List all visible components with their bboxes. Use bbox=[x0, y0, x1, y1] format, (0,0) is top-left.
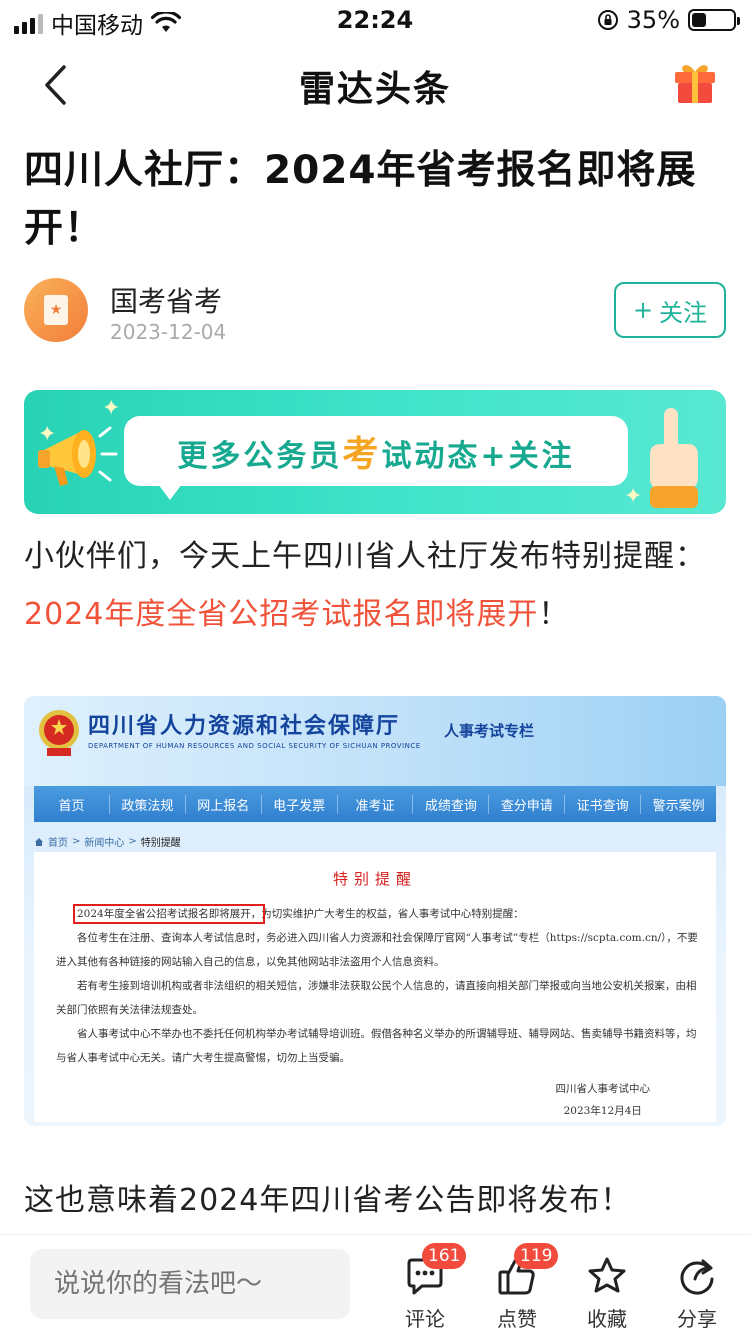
highlighted-text: 2024年度全省公招考试报名即将展开 bbox=[24, 597, 539, 632]
promo-banner[interactable]: ✦ ✦ ✦ 更多公务员考试动态+关注 bbox=[24, 390, 726, 514]
crumb-separator: > bbox=[72, 836, 81, 847]
comment-button[interactable]: 161 评论 bbox=[390, 1243, 467, 1334]
image-org-name-en: DEPARTMENT OF HUMAN RESOURCES AND SOCIAL… bbox=[88, 742, 421, 750]
article-paragraph: 这也意味着2024年四川省考公告即将发布！ bbox=[24, 1183, 632, 1218]
image-nav-item: 查分申请 bbox=[489, 794, 566, 814]
paragraph-end: ！ bbox=[538, 597, 570, 632]
image-column-title: 人事考试专栏 bbox=[444, 722, 535, 740]
gift-button[interactable] bbox=[670, 58, 720, 108]
notice-text: 2024年度全省公招考试报名即将展开，为切实维护广大考生的权益，省人事考试中心特… bbox=[56, 902, 698, 1070]
like-button[interactable]: 119 点赞 bbox=[482, 1243, 559, 1334]
gift-icon bbox=[675, 65, 715, 103]
like-count-badge: 119 bbox=[514, 1243, 559, 1269]
rotation-lock-icon bbox=[597, 10, 618, 30]
share-icon bbox=[680, 1259, 714, 1295]
notice-signature: 四川省人事考试中心 2023年12月4日 bbox=[556, 1078, 651, 1122]
notice-title: 特别提醒 bbox=[332, 870, 417, 888]
nav-bar: 雷达头条 bbox=[0, 46, 750, 126]
favorite-button[interactable]: 收藏 bbox=[572, 1255, 642, 1334]
sparkle-icon: ✦ bbox=[624, 484, 643, 509]
comment-input[interactable] bbox=[30, 1249, 350, 1319]
share-button[interactable]: 分享 bbox=[662, 1255, 732, 1334]
notebook-icon: ★ bbox=[44, 295, 68, 325]
author-row: ★ 国考省考 2023-12-04 + 关注 bbox=[24, 278, 726, 348]
like-label: 点赞 bbox=[497, 1307, 537, 1331]
image-nav-item: 成绩查询 bbox=[413, 794, 490, 814]
image-nav-item: 电子发票 bbox=[262, 794, 338, 814]
crumb-separator: > bbox=[128, 836, 137, 847]
image-nav-item: 政策法规 bbox=[110, 794, 186, 814]
bottom-bar: 161 评论 119 点赞 收藏 分享 bbox=[0, 1234, 750, 1334]
battery-icon bbox=[688, 9, 740, 31]
crumb-item-current: 特别提醒 bbox=[140, 838, 181, 849]
status-right: 35% bbox=[597, 6, 740, 34]
follow-button[interactable]: + 关注 bbox=[614, 282, 726, 338]
notice-highlight-box: 2024年度全省公招考试报名即将展开， bbox=[72, 904, 266, 924]
banner-text: 更多公务员考试动态+关注 bbox=[177, 434, 575, 475]
crumb-item: 首页 bbox=[48, 838, 68, 849]
image-org-name: 四川省人力资源和社会保障厅 bbox=[88, 713, 401, 739]
article-image[interactable]: 四川省人力资源和社会保障厅 DEPARTMENT OF HUMAN RESOUR… bbox=[24, 696, 726, 1126]
share-label: 分享 bbox=[677, 1307, 717, 1331]
home-icon bbox=[35, 837, 43, 846]
image-nav: 首页 政策法规 网上报名 电子发票 准考证 成绩查询 查分申请 证书查询 警示案… bbox=[34, 786, 716, 822]
notice-paragraph: 若有考生接到培训机构或者非法组织的相关短信，涉嫌非法获取公民个人信息的，请直接向… bbox=[56, 980, 697, 1016]
notice-paragraph: 2024年度全省公招考试报名即将展开，为切实维护广大考生的权益，省人事考试中心特… bbox=[56, 902, 698, 926]
notice-sign-org: 四川省人事考试中心 bbox=[555, 1083, 651, 1095]
article-paragraph: 小伙伴们，今天上午四川省人社厅发布特别提醒： 2024年度全省公招考试报名即将展开… bbox=[24, 528, 726, 644]
banner-bubble: 更多公务员考试动态+关注 bbox=[124, 416, 628, 500]
notice-paragraph: 各位考生在注册、查询本人考试信息时，务必进入四川省人力资源和社会保障厅官网“人事… bbox=[56, 932, 698, 968]
notice-text-span: 为切实维护广大考生的权益，省人事考试中心特别提醒： bbox=[261, 908, 524, 920]
battery-level bbox=[692, 13, 706, 27]
notice-paragraph: 省人事考试中心不举办也不委托任何机构举办考试辅导培训班。假借各种名义举办的所谓辅… bbox=[56, 1028, 697, 1064]
favorite-label: 收藏 bbox=[587, 1307, 627, 1331]
image-breadcrumb: 首页 > 新闻中心 > 特别提醒 bbox=[34, 834, 181, 849]
image-header: 四川省人力资源和社会保障厅 DEPARTMENT OF HUMAN RESOUR… bbox=[24, 696, 726, 786]
plus-icon: + bbox=[632, 296, 654, 324]
notice-sign-date: 2023年12月4日 bbox=[563, 1105, 642, 1117]
author-avatar[interactable]: ★ bbox=[24, 278, 88, 342]
comment-label: 评论 bbox=[405, 1307, 445, 1331]
paragraph-text: 小伙伴们，今天上午四川省人社厅发布特别提醒： bbox=[24, 539, 706, 574]
crumb-item: 新闻中心 bbox=[84, 838, 125, 849]
publish-date: 2023-12-04 bbox=[110, 320, 227, 344]
status-bar: 中国移动 22:24 35% bbox=[0, 0, 750, 40]
image-nav-item: 准考证 bbox=[338, 794, 414, 814]
battery-percent: 35% bbox=[626, 6, 680, 34]
star-icon bbox=[588, 1257, 626, 1293]
article-title: 四川人社厅：2024年省考报名即将展开！ bbox=[24, 148, 697, 251]
national-emblem-icon bbox=[39, 710, 79, 756]
page-title: 雷达头条 bbox=[298, 69, 451, 110]
image-nav-item: 首页 bbox=[34, 794, 110, 814]
image-nav-item: 证书查询 bbox=[565, 794, 642, 814]
follow-label: 关注 bbox=[659, 298, 708, 327]
comment-count-badge: 161 bbox=[422, 1243, 467, 1269]
image-nav-item: 警示案例 bbox=[652, 798, 705, 814]
image-nav-item: 网上报名 bbox=[186, 794, 262, 814]
megaphone-icon bbox=[38, 426, 118, 486]
image-notice: 特别提醒 2024年度全省公招考试报名即将展开，为切实维护广大考生的权益，省人事… bbox=[34, 852, 716, 1122]
author-name[interactable]: 国考省考 bbox=[110, 280, 222, 320]
pointing-hand-icon bbox=[650, 408, 698, 508]
